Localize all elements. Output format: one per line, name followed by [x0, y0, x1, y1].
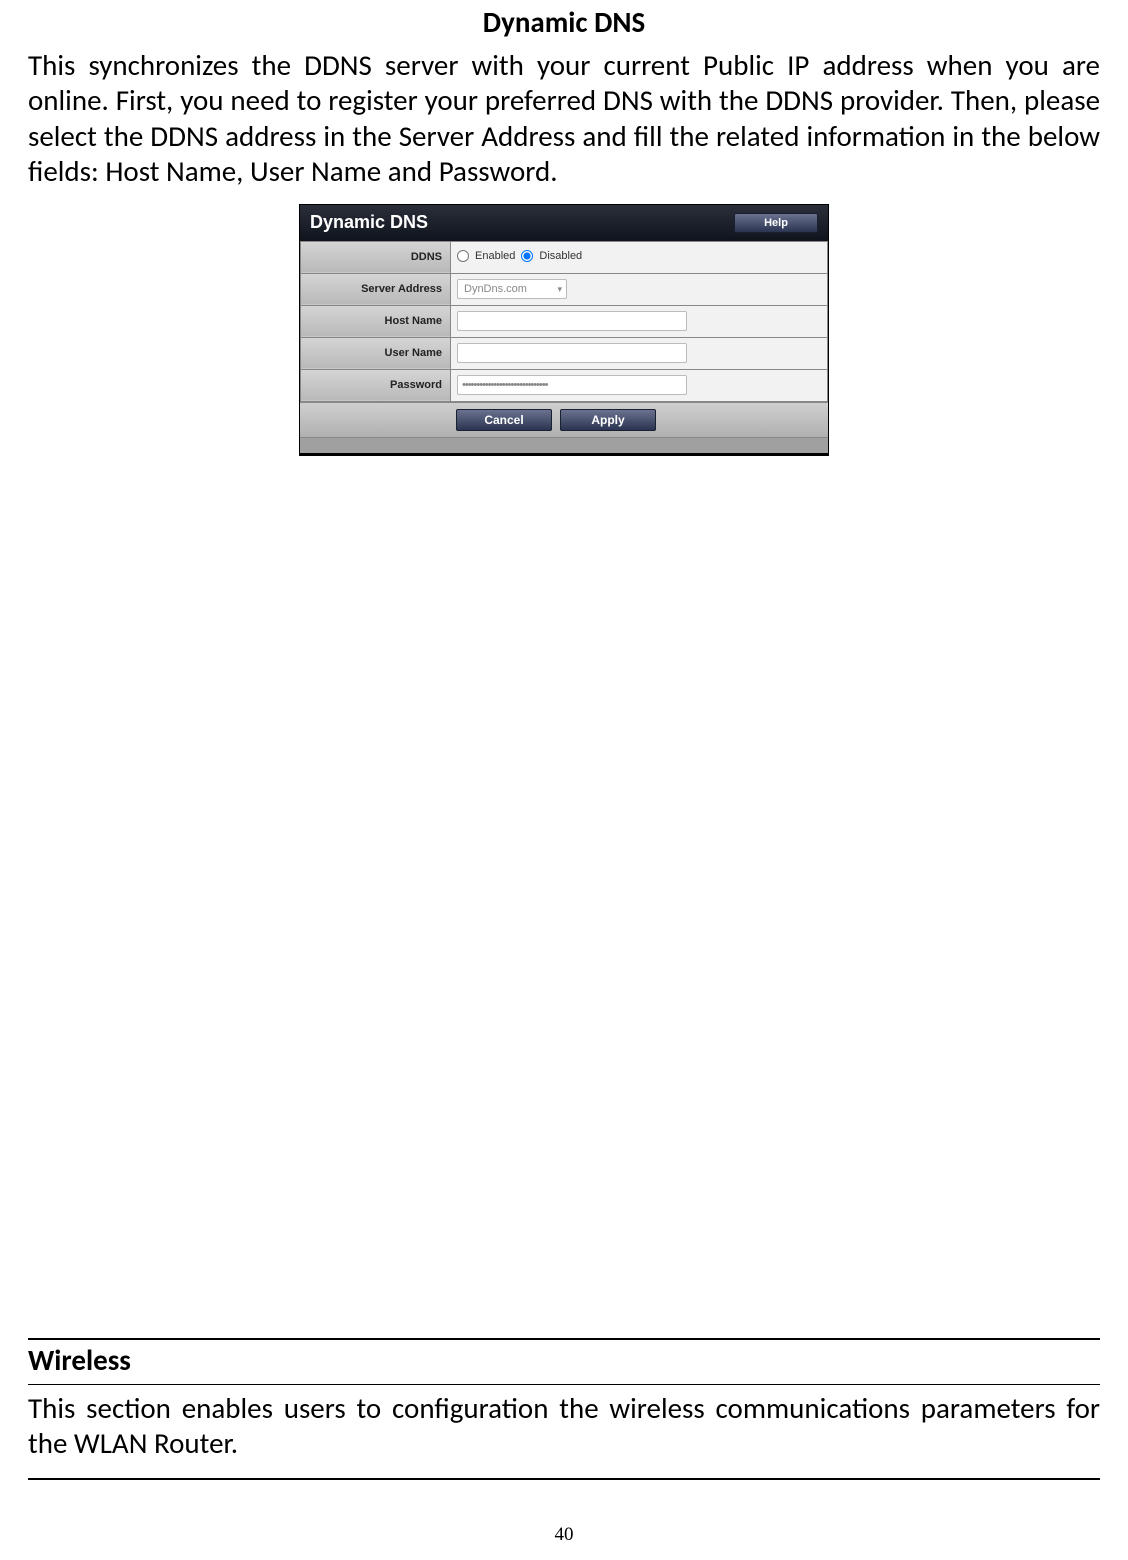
apply-button[interactable]: Apply [560, 409, 656, 431]
ddns-config-panel: Dynamic DNS Help DDNS Enabled Disabled S… [299, 204, 829, 456]
user-name-input[interactable] [457, 343, 687, 363]
wireless-section: Wireless This section enables users to c… [28, 1322, 1100, 1480]
section-title-ddns: Dynamic DNS [28, 4, 1100, 40]
button-row: Cancel Apply [300, 402, 828, 437]
divider-mid [28, 1384, 1100, 1385]
page-number: 40 [0, 1524, 1128, 1546]
help-button[interactable]: Help [734, 213, 818, 233]
cancel-button[interactable]: Cancel [456, 409, 552, 431]
chevron-down-icon: ▾ [557, 284, 562, 295]
divider-bottom [28, 1478, 1100, 1480]
radio-enabled-label: Enabled [475, 250, 515, 262]
panel-header: Dynamic DNS Help [300, 205, 828, 241]
password-input[interactable]: •••••••••••••••••••••••••••••• [457, 375, 687, 395]
divider-top [28, 1338, 1100, 1340]
panel-title: Dynamic DNS [310, 212, 428, 233]
server-address-select[interactable]: DynDns.com ▾ [457, 279, 567, 299]
server-address-value: DynDns.com [464, 283, 527, 295]
wireless-description: This section enables users to configurat… [28, 1391, 1100, 1462]
section-title-wireless: Wireless [28, 1342, 1100, 1378]
label-server-address: Server Address [301, 273, 451, 305]
router-screenshot: Dynamic DNS Help DDNS Enabled Disabled S… [28, 204, 1100, 456]
radio-disabled-label: Disabled [539, 250, 582, 262]
label-password: Password [301, 369, 451, 401]
label-host-name: Host Name [301, 305, 451, 337]
label-ddns: DDNS [301, 241, 451, 273]
radio-disabled[interactable] [521, 250, 533, 262]
panel-footer-border [300, 437, 828, 455]
ddns-description: This synchronizes the DDNS server with y… [28, 48, 1100, 190]
host-name-input[interactable] [457, 311, 687, 331]
radio-enabled[interactable] [457, 250, 469, 262]
label-user-name: User Name [301, 337, 451, 369]
